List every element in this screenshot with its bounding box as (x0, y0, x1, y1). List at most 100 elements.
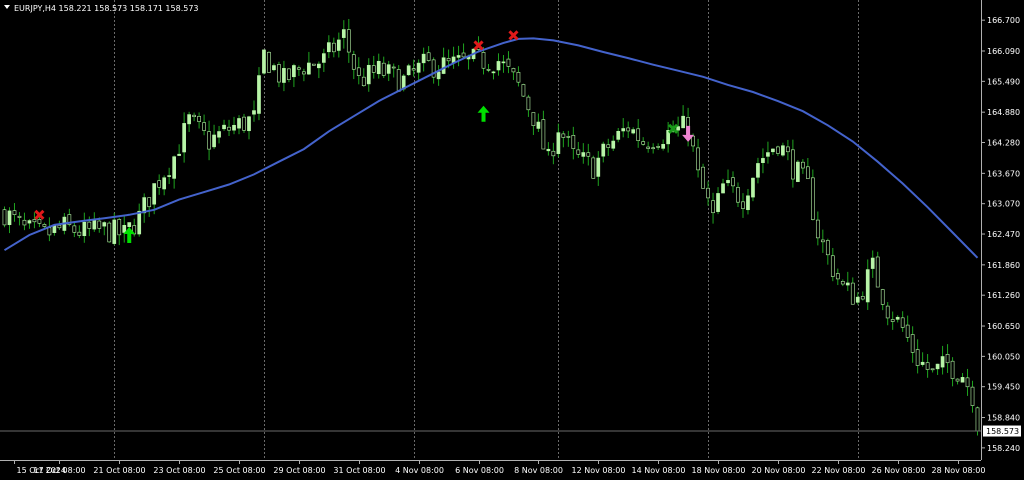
chart-canvas[interactable]: 166.700 166.090 165.490 164.880 164.280 163.6… (0, 0, 1024, 476)
candle-body (361, 76, 366, 87)
candle-body (596, 157, 601, 177)
candle-body (92, 219, 97, 230)
candle-body (721, 183, 725, 194)
candle-body (287, 68, 291, 80)
candle-body (796, 161, 800, 182)
candle-body (212, 134, 216, 148)
candle-body (945, 354, 950, 364)
candle-body (581, 152, 586, 157)
candle-body (312, 63, 316, 66)
y-tick-label: 161.860 (987, 261, 1020, 270)
candle-body (7, 210, 12, 226)
candle-body (326, 42, 331, 53)
candle-body (701, 166, 705, 189)
candle-body (396, 69, 401, 92)
candle-body (207, 131, 211, 150)
candle-body (217, 131, 221, 138)
candle-body (317, 63, 321, 69)
candle-body (381, 62, 386, 76)
candle-body (282, 68, 286, 83)
candle-body (791, 149, 795, 180)
candle-body (860, 296, 865, 300)
x-tick-label: 8 Nov 08:00 (514, 466, 563, 475)
candle-body (611, 140, 616, 149)
candle-body (386, 64, 391, 74)
candle-body (97, 220, 102, 229)
x-tick-label: 6 Nov 08:00 (455, 466, 504, 475)
candle-body (561, 133, 566, 138)
candle-body (786, 146, 790, 153)
candle-body (656, 146, 661, 148)
candle-body (566, 136, 571, 138)
candle-body (267, 51, 271, 73)
candle-body (107, 222, 112, 243)
y-tick-label: 166.700 (987, 16, 1020, 25)
candle-body (366, 64, 371, 85)
candle-body (771, 148, 775, 153)
candle-body (875, 256, 880, 288)
y-tick-label: 165.490 (987, 77, 1020, 86)
candle-body (446, 58, 451, 62)
candle-body (736, 187, 740, 203)
candle-body (197, 116, 201, 122)
candle-body (117, 219, 122, 236)
candle-body (806, 166, 810, 179)
candle-body (801, 161, 805, 169)
y-tick-label: 163.070 (987, 200, 1020, 209)
candle-body (2, 209, 7, 226)
candle-body (87, 221, 92, 229)
candle-body (835, 273, 840, 280)
candle-body (506, 58, 511, 67)
candle-body (935, 363, 940, 370)
candle-body (416, 62, 421, 73)
candle-body (616, 131, 621, 140)
candle-body (436, 71, 441, 80)
y-tick-label: 162.470 (987, 230, 1020, 239)
candle-body (810, 177, 815, 220)
candle-body (716, 193, 720, 212)
candle-body (601, 143, 606, 157)
candle-body (751, 177, 755, 198)
y-tick-label: 158.240 (987, 444, 1020, 453)
candle-body (766, 152, 770, 157)
candle-body (47, 227, 52, 236)
candle-body (741, 201, 745, 209)
candle-body (815, 219, 820, 239)
candle-body (42, 224, 47, 227)
trading-chart[interactable]: 166.700 166.090 165.490 164.880 164.280 163.6… (0, 0, 1024, 476)
candle-body (331, 42, 336, 53)
x-tick-label: 28 Nov 08:00 (932, 466, 986, 475)
candle-body (127, 222, 132, 227)
candle-body (17, 215, 22, 218)
candle-body (516, 72, 521, 83)
candle-body (242, 116, 246, 131)
candle-body (441, 57, 446, 74)
candle-body (975, 407, 980, 432)
candle-body (910, 334, 915, 353)
y-tick-label: 164.880 (987, 108, 1020, 117)
candle-body (895, 316, 900, 320)
candle-body (491, 71, 496, 74)
candle-body (825, 240, 830, 256)
candle-body (187, 114, 191, 125)
candle-body (830, 255, 835, 277)
candle-body (32, 219, 37, 223)
candle-body (72, 225, 77, 233)
candle-body (247, 116, 251, 132)
candle-body (82, 221, 87, 237)
candle-body (756, 163, 760, 178)
candle-body (531, 112, 536, 126)
candle-body (426, 52, 431, 61)
candle-body (486, 69, 491, 71)
x-tick-label: 4 Nov 08:00 (395, 466, 444, 475)
candle-body (202, 122, 206, 131)
candle-body (142, 197, 147, 214)
candle-body (870, 257, 875, 269)
candle-body (731, 177, 735, 187)
candle-body (262, 49, 266, 74)
candle-body (706, 187, 710, 199)
candle-body (606, 144, 611, 148)
candle-body (302, 71, 306, 75)
x-tick-label: 25 Oct 08:00 (213, 466, 265, 475)
x-tick-label: 29 Oct 08:00 (273, 466, 325, 475)
